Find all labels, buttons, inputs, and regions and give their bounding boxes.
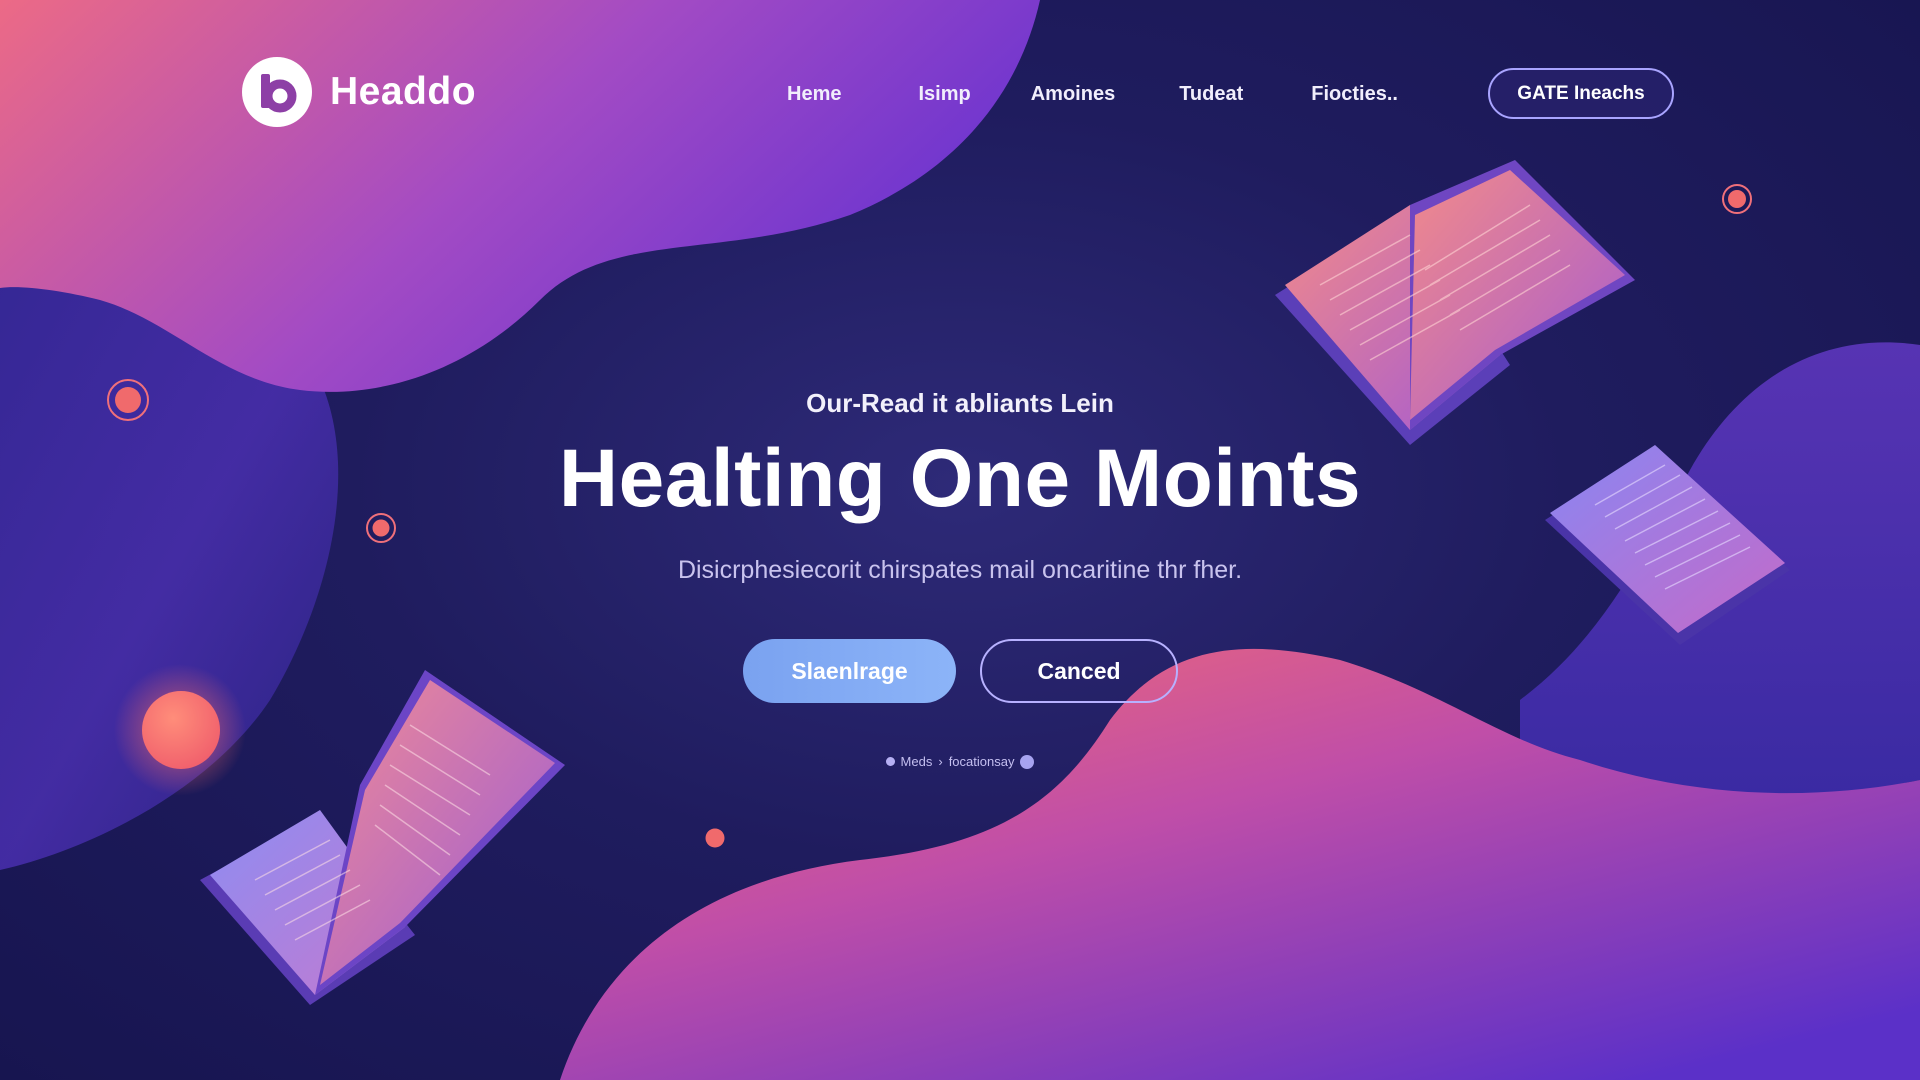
- page-indicator-dot-icon[interactable]: [1020, 754, 1035, 769]
- bullet-dot-icon: [885, 757, 895, 766]
- hero-title: Healting One Moints: [558, 433, 1362, 524]
- hero-subtitle: Disicrphesiecorit chirspates mail oncari…: [677, 556, 1243, 584]
- breadcrumb: Meds › focationsay: [0, 754, 1920, 769]
- breadcrumb-link-focationsay[interactable]: focationsay: [949, 754, 1015, 769]
- breadcrumb-separator: ›: [938, 754, 943, 769]
- hero-eyebrow: Our-Read it abliants Lein: [806, 388, 1114, 418]
- cancel-button[interactable]: Canced: [980, 639, 1178, 703]
- primary-cta-button[interactable]: Slaenlrage: [743, 639, 956, 703]
- breadcrumb-link-meds[interactable]: Meds: [901, 754, 933, 769]
- hero-section: Our-Read it abliants Lein Healting One M…: [0, 0, 1920, 1080]
